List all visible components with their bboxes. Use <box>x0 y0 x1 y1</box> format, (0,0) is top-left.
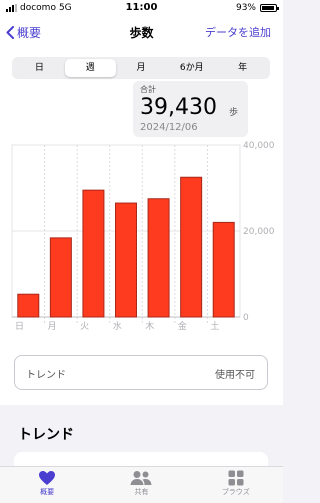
x-tick-label: 水 <box>113 320 122 332</box>
main-content: 日週月 6か月年 合計 39,430 歩 2024/12/06 0 20,000 40… <box>0 48 283 466</box>
chart-bar[interactable] <box>17 293 40 318</box>
segment-option[interactable]: 日 <box>14 59 65 77</box>
people-icon <box>130 471 152 485</box>
x-tick-label: 月 <box>48 321 57 332</box>
status-bar: docomo 5G 11:00 93% <box>0 0 283 18</box>
segment-option[interactable]: 週 <box>64 59 116 77</box>
steps-bar-chart[interactable]: 0 20,000 40,000 日 月 火 水 木 金 土 <box>0 140 283 340</box>
trend-card[interactable] <box>14 452 268 466</box>
total-unit: 歩 <box>229 108 239 118</box>
x-tick-label: 木 <box>145 320 154 332</box>
trend-row[interactable]: トレンド 使用不可 <box>14 355 268 390</box>
tab-summary-label: 概要 <box>40 488 55 496</box>
grid-icon <box>228 470 244 486</box>
trend-row-value: 使用不可 <box>215 370 255 381</box>
chart-bar[interactable] <box>180 176 203 318</box>
y-tick-label: 0 <box>243 313 249 323</box>
tab-bar: 概要 共有 ブラウズ <box>0 466 283 503</box>
tab-browse-label: ブラウズ <box>221 488 250 496</box>
nav-bar: 概要 歩数 データを追加 <box>0 18 283 48</box>
add-data-button[interactable]: データを追加 <box>205 24 271 40</box>
x-tick-label: 火 <box>80 321 89 332</box>
x-tick-label: 日 <box>15 321 24 332</box>
battery-percent: 93% <box>235 3 256 13</box>
total-value: 39,430 <box>140 95 217 120</box>
chart-bar[interactable] <box>115 202 137 318</box>
segment-option[interactable]: 6か月 <box>166 59 217 77</box>
battery-icon <box>260 4 279 12</box>
total-date: 2024/12/06 <box>140 122 198 133</box>
y-tick-label: 20,000 <box>243 227 275 237</box>
chart-bar[interactable] <box>49 237 72 318</box>
status-right: 93% <box>235 3 279 13</box>
heart-icon <box>39 471 56 485</box>
trend-section-title: トレンド <box>18 427 74 443</box>
y-tick-label: 40,000 <box>243 141 275 151</box>
period-segmented-control[interactable]: 日週月 6か月年 <box>12 57 270 79</box>
tab-sharing[interactable]: 共有 <box>94 467 188 503</box>
segment-option[interactable]: 年 <box>217 59 268 77</box>
segment-option[interactable]: 月 <box>116 59 167 77</box>
tab-summary[interactable]: 概要 <box>0 467 94 503</box>
chart-bar[interactable] <box>147 198 170 318</box>
x-tick-label: 土 <box>210 320 219 332</box>
x-tick-label: 金 <box>178 320 187 332</box>
chart-bar[interactable] <box>212 221 235 318</box>
chart-bar[interactable] <box>82 189 105 318</box>
tab-browse[interactable]: ブラウズ <box>189 467 283 503</box>
total-label: 合計 <box>140 85 156 94</box>
tab-sharing-label: 共有 <box>134 488 149 496</box>
total-summary: 合計 39,430 歩 2024/12/06 <box>133 81 248 137</box>
trend-row-label: トレンド <box>26 370 66 381</box>
